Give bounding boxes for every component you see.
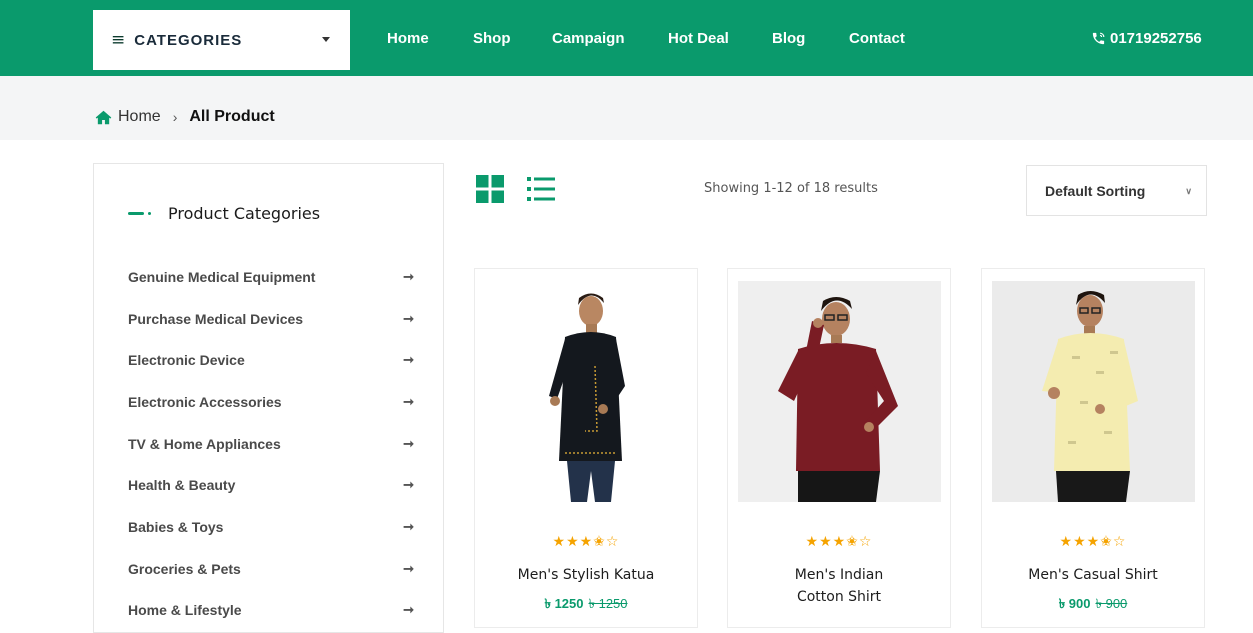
arrow-right-icon: ➞ xyxy=(403,560,414,576)
results-count: Showing 1-12 of 18 results xyxy=(704,181,878,196)
category-item[interactable]: Home & Lifestyle ➞ xyxy=(128,590,414,632)
arrow-right-icon: ➞ xyxy=(403,518,414,534)
arrow-right-icon: ➞ xyxy=(403,602,414,618)
sidebar-title: Product Categories xyxy=(128,204,320,223)
product-card[interactable]: ★★★✬☆ Men's Stylish Katua ৳ 1250 ৳ 1250 xyxy=(474,268,698,628)
category-item[interactable]: Babies & Toys ➞ xyxy=(128,506,414,548)
old-price: ৳ 900 xyxy=(1095,596,1128,611)
home-icon xyxy=(95,110,112,124)
nav-link-blog[interactable]: Blog xyxy=(772,30,805,47)
nav-link-hot-deal[interactable]: Hot Deal xyxy=(668,30,729,47)
category-label: Groceries & Pets xyxy=(128,560,241,577)
category-label: Home & Lifestyle xyxy=(128,602,242,619)
nav-link-home[interactable]: Home xyxy=(387,30,429,47)
product-card[interactable]: ★★★✬☆ Men's Indian Cotton Shirt xyxy=(727,268,951,628)
category-item[interactable]: TV & Home Appliances ➞ xyxy=(128,423,414,465)
category-item[interactable]: Electronic Accessories ➞ xyxy=(128,381,414,423)
arrow-right-icon: ➞ xyxy=(403,477,414,493)
category-label: Babies & Toys xyxy=(128,518,224,535)
nav-link-contact[interactable]: Contact xyxy=(849,30,905,47)
arrow-right-icon: ➞ xyxy=(403,268,414,284)
category-label: Purchase Medical Devices xyxy=(128,310,304,327)
top-navbar: ≡ CATEGORIES Home Shop Campaign Hot Deal… xyxy=(0,0,1253,76)
sidebar-title-text: Product Categories xyxy=(168,204,321,223)
category-label: Genuine Medical Equipment xyxy=(128,268,316,285)
category-label: Health & Beauty xyxy=(128,477,236,494)
product-price: ৳ 900 ৳ 900 xyxy=(982,595,1204,616)
arrow-right-icon: ➞ xyxy=(403,352,414,368)
product-name[interactable]: Men's Indian Cotton Shirt xyxy=(728,564,950,608)
product-name[interactable]: Men's Casual Shirt xyxy=(982,564,1204,586)
nav-link-campaign[interactable]: Campaign xyxy=(552,30,625,47)
breadcrumb-separator: › xyxy=(172,109,178,125)
product-image[interactable] xyxy=(738,281,941,502)
product-name[interactable]: Men's Stylish Katua xyxy=(475,564,697,586)
arrow-right-icon: ➞ xyxy=(403,393,414,409)
category-label: Electronic Accessories xyxy=(128,393,282,410)
product-name-line: Cotton Shirt xyxy=(796,589,882,605)
category-item[interactable]: Groceries & Pets ➞ xyxy=(128,548,414,590)
title-dot-icon xyxy=(148,212,151,215)
title-dash-icon xyxy=(128,212,144,215)
product-image[interactable] xyxy=(485,281,688,502)
arrow-right-icon: ➞ xyxy=(403,310,414,326)
breadcrumb-current: All Product xyxy=(189,108,275,125)
category-item[interactable]: Genuine Medical Equipment ➞ xyxy=(128,256,414,298)
old-price: ৳ 1250 xyxy=(588,596,628,611)
category-list: Genuine Medical Equipment ➞ Purchase Medi… xyxy=(128,256,414,631)
category-label: TV & Home Appliances xyxy=(128,435,281,452)
arrow-right-icon: ➞ xyxy=(403,435,414,451)
product-rating: ★★★✬☆ xyxy=(1059,534,1127,550)
phone-number[interactable]: 01719252756 xyxy=(1091,30,1202,47)
current-price: ৳ 1250 xyxy=(544,596,584,611)
category-item[interactable]: Health & Beauty ➞ xyxy=(128,464,414,506)
category-label: Electronic Device xyxy=(128,352,245,369)
product-rating: ★★★✬☆ xyxy=(805,534,873,550)
product-image[interactable] xyxy=(992,281,1195,502)
list-view-icon[interactable] xyxy=(527,177,555,206)
breadcrumb-home[interactable]: Home xyxy=(118,108,161,126)
nav-link-shop[interactable]: Shop xyxy=(473,30,511,47)
category-sidebar: Product Categories Genuine Medical Equip… xyxy=(93,163,444,633)
grid-view-icon[interactable] xyxy=(476,175,504,208)
phone-text: 01719252756 xyxy=(1110,30,1202,47)
main-nav: Home Shop Campaign Hot Deal Blog Contact xyxy=(0,0,1253,76)
product-rating: ★★★✬☆ xyxy=(552,534,620,550)
category-item[interactable]: Purchase Medical Devices ➞ xyxy=(128,298,414,340)
breadcrumb: Home › All Product xyxy=(95,108,275,126)
sort-select[interactable]: Default Sorting ∨ xyxy=(1026,165,1207,216)
product-card[interactable]: ★★★✬☆ Men's Casual Shirt ৳ 900 ৳ 900 xyxy=(981,268,1205,628)
product-name-line: Men's Indian xyxy=(794,567,884,583)
product-price: ৳ 1250 ৳ 1250 xyxy=(475,595,697,616)
category-item[interactable]: Electronic Device ➞ xyxy=(128,339,414,381)
phone-icon xyxy=(1092,32,1105,45)
chevron-down-icon: ∨ xyxy=(1185,186,1192,196)
current-price: ৳ 900 xyxy=(1058,596,1091,611)
sort-value: Default Sorting xyxy=(1045,182,1146,199)
